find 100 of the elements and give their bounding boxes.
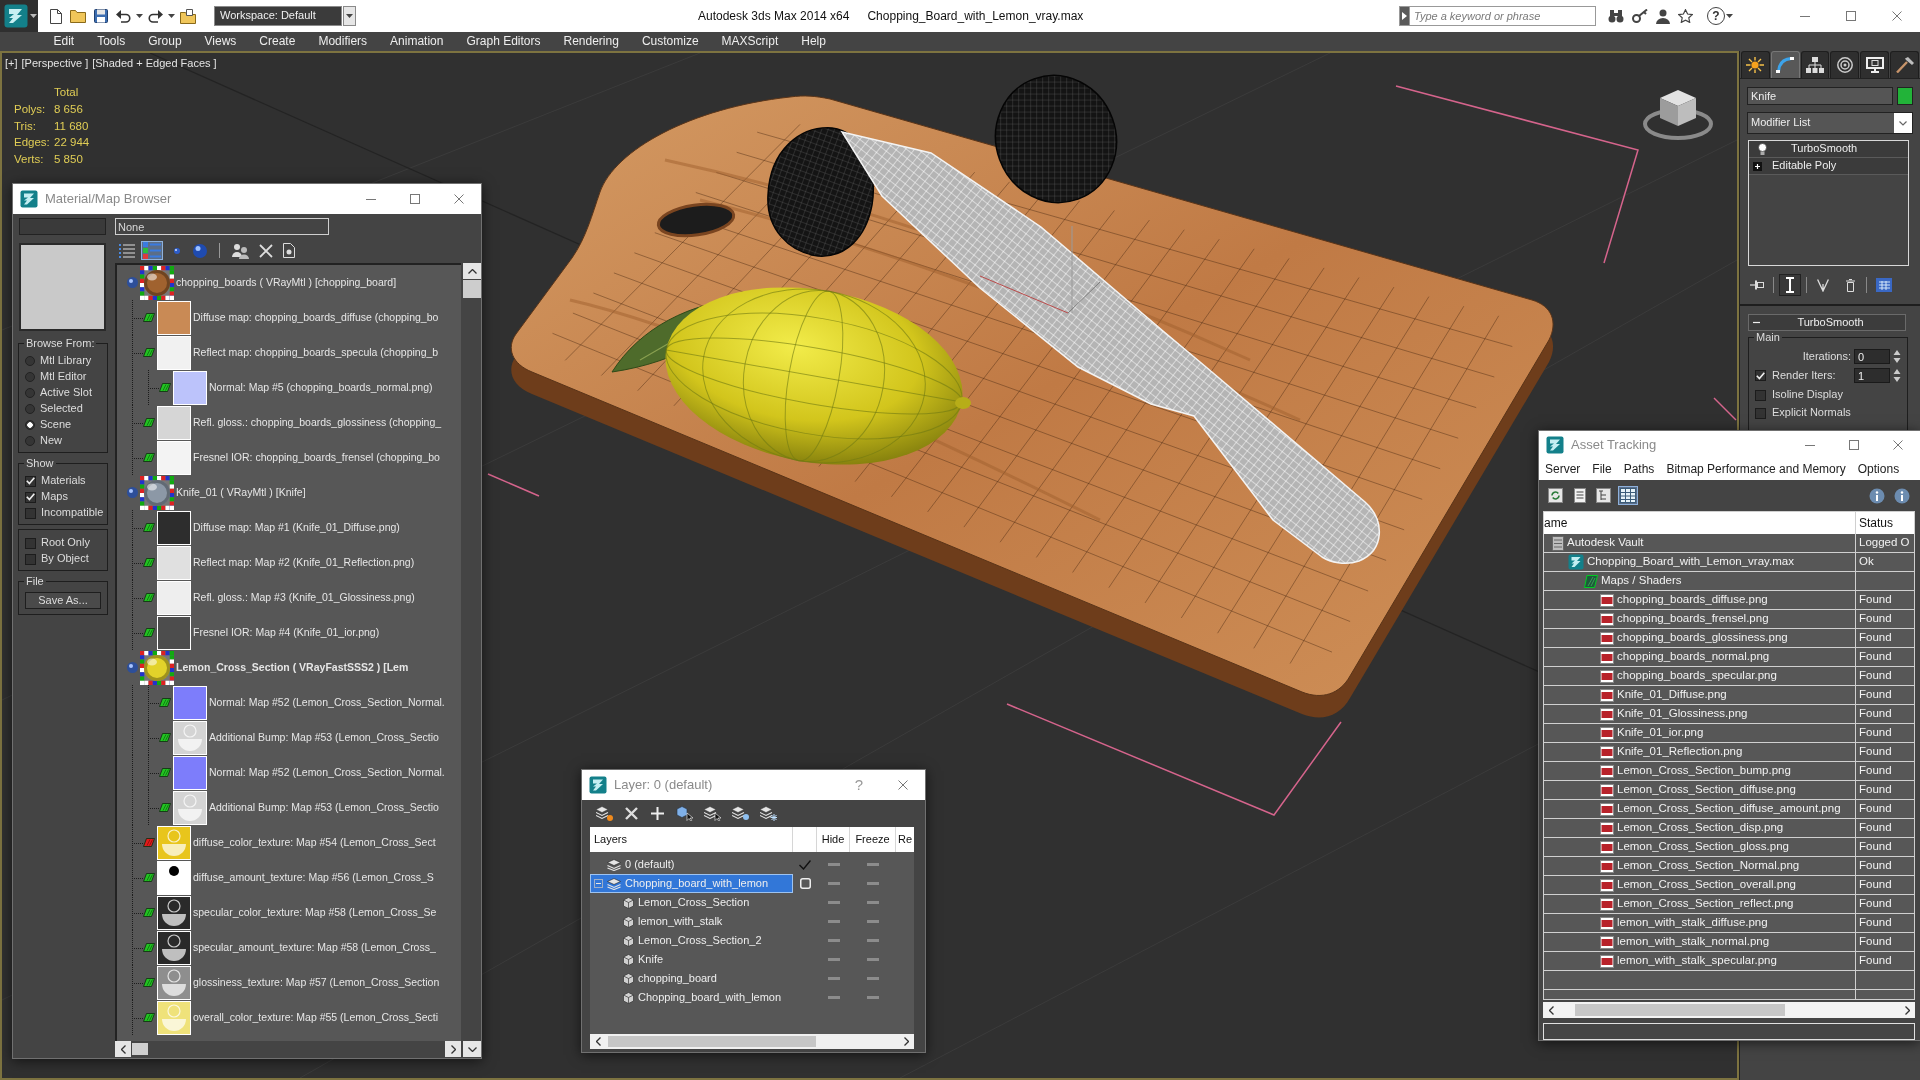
asset-tree-item[interactable]: Lemon_Cross_Section_reflect.png: [1544, 895, 1856, 913]
spinner-field[interactable]: 0: [1854, 349, 1890, 364]
map-row[interactable]: Refl. gloss.: chopping_boards_glossiness (chopping_: [117, 405, 461, 440]
asset-tree-item[interactable]: Lemon_Cross_Section_overall.png: [1544, 876, 1856, 894]
table-view-button[interactable]: [1618, 486, 1638, 505]
collapse-icon[interactable]: [594, 879, 603, 888]
radio-button[interactable]: [25, 404, 35, 414]
checkbox[interactable]: [25, 475, 36, 487]
utilities-tab[interactable]: [1890, 51, 1919, 78]
asset-tree-item[interactable]: Autodesk Vault: [1544, 534, 1856, 552]
display-tab[interactable]: [1860, 51, 1890, 78]
layer-tree-item[interactable]: Knife: [590, 950, 793, 969]
map-row[interactable]: Normal: Map #52 (Lemon_Cross_Section_Normal.: [117, 755, 461, 790]
asset-tree-item[interactable]: Knife_01_Diffuse.png: [1544, 686, 1856, 704]
asset-tree-item[interactable]: chopping_boards_frensel.png: [1544, 610, 1856, 628]
checkbox[interactable]: [1755, 407, 1766, 419]
material-row[interactable]: Lemon_Cross_Section ( VRayFastSSS2 ) [Lem: [117, 650, 461, 685]
scroll-down-button[interactable]: [463, 1041, 481, 1057]
map-row[interactable]: Fresnel IOR: chopping_boards_frensel (chopping_bo: [117, 440, 461, 475]
map-row[interactable]: Diffuse map: Map #1 (Knife_01_Diffuse.png): [117, 510, 461, 545]
expand-search-button[interactable]: [1399, 6, 1410, 26]
modifier-stack-item[interactable]: TurboSmooth: [1749, 141, 1908, 158]
asset-tree-item[interactable]: Chopping_Board_with_Lemon_vray.max: [1544, 553, 1856, 571]
menu-item[interactable]: Customize: [630, 32, 711, 51]
menu-item[interactable]: Paths: [1623, 462, 1655, 477]
asset-tree-item[interactable]: Knife_01_Glossiness.png: [1544, 705, 1856, 723]
scrollbar-thumb[interactable]: [463, 280, 481, 298]
map-row[interactable]: Diffuse map: chopping_boards_diffuse (chopping_bo: [117, 300, 461, 335]
workspace-dropdown[interactable]: Workspace: Default: [214, 6, 342, 26]
map-row[interactable]: Refl. gloss.: Map #3 (Knife_01_Glossiness.png): [117, 580, 461, 615]
spinner-arrows-icon[interactable]: [1893, 368, 1901, 383]
asset-tree-item[interactable]: Knife_01_ior.png: [1544, 724, 1856, 742]
create-tab[interactable]: [1741, 51, 1770, 78]
select-objects-button[interactable]: [674, 803, 695, 823]
scroll-left-button[interactable]: [115, 1041, 131, 1057]
column-header[interactable]: Re: [896, 827, 914, 852]
layer-tree-item[interactable]: 0 (default): [590, 855, 793, 874]
scroll-right-button[interactable]: [445, 1041, 461, 1057]
scroll-right-button[interactable]: [898, 1034, 914, 1049]
asset-tree-item[interactable]: Lemon_Cross_Section_bump.png: [1544, 762, 1856, 780]
filter-field[interactable]: None: [115, 218, 329, 235]
scroll-left-button[interactable]: [590, 1034, 606, 1049]
layer-tree-item[interactable]: chopping_board: [590, 969, 793, 988]
map-row[interactable]: diffuse_amount_texture: Map #56 (Lemon_Cross_S: [117, 860, 461, 895]
asset-tree-item[interactable]: Maps / Shaders: [1544, 572, 1856, 590]
map-row[interactable]: Additional Bump: Map #53 (Lemon_Cross_Sectio: [117, 720, 461, 755]
motion-tab[interactable]: [1830, 51, 1860, 78]
expand-icon[interactable]: [1753, 161, 1762, 171]
scrollbar-thumb[interactable]: [1575, 1004, 1785, 1016]
search-field[interactable]: Type a keyword or phrase: [1410, 6, 1596, 26]
tree-view-button[interactable]: [1594, 486, 1613, 505]
layer-tree-item[interactable]: Lemon_Cross_Section: [590, 893, 793, 912]
menu-item[interactable]: MAXScript: [710, 32, 790, 51]
map-row[interactable]: Fresnel IOR: Map #4 (Knife_01_ior.png): [117, 615, 461, 650]
update-scene-button[interactable]: [230, 241, 252, 260]
layer-tree-item[interactable]: Chopping_board_with_lemon: [590, 988, 793, 1007]
radio-button[interactable]: [25, 436, 35, 446]
radio-button[interactable]: [25, 356, 35, 366]
new-layer-button[interactable]: [594, 803, 615, 823]
menu-item[interactable]: Animation: [378, 32, 455, 51]
menu-item[interactable]: Options: [1857, 462, 1900, 477]
checkbox[interactable]: [25, 537, 36, 549]
map-row[interactable]: Reflect map: Map #2 (Knife_01_Reflection.png): [117, 545, 461, 580]
modifier-list-dropdown[interactable]: Modifier List: [1747, 112, 1913, 134]
map-row[interactable]: Normal: Map #5 (chopping_boards_normal.png): [117, 370, 461, 405]
material-row[interactable]: chopping_boards ( VRayMtl ) [chopping_board]: [117, 265, 461, 300]
menu-item[interactable]: Views: [193, 32, 248, 51]
highlight-layer-button[interactable]: [702, 803, 723, 823]
viewport-menu[interactable]: [Perspective ]: [21, 57, 89, 71]
asset-tree-item[interactable]: Lemon_Cross_Section_gloss.png: [1544, 838, 1856, 856]
map-row[interactable]: diffuse_color_texture: Map #54 (Lemon_Cross_Sect: [117, 825, 461, 860]
scroll-right-button[interactable]: [1899, 1002, 1915, 1018]
layer-tree-item[interactable]: Lemon_Cross_Section_2: [590, 931, 793, 950]
map-row[interactable]: specular_color_texture: Map #58 (Lemon_Cross_Se: [117, 895, 461, 930]
save-as-button[interactable]: Save As...: [25, 592, 101, 609]
workspace-menu-button[interactable]: [343, 6, 356, 26]
radio-button[interactable]: [25, 372, 35, 382]
menu-item[interactable]: Create: [247, 32, 307, 51]
material-row[interactable]: Knife_01 ( VRayMtl ) [Knife]: [117, 475, 461, 510]
asset-tree-item[interactable]: Lemon_Cross_Section_Normal.png: [1544, 857, 1856, 875]
checkbox[interactable]: [1755, 370, 1766, 381]
scrollbar-thumb[interactable]: [132, 1043, 148, 1055]
spinner-arrows-icon[interactable]: [1893, 349, 1901, 364]
rollout-header[interactable]: TurboSmooth: [1748, 314, 1906, 331]
asset-tree-item[interactable]: chopping_boards_diffuse.png: [1544, 591, 1856, 609]
asset-tree-item[interactable]: lemon_with_stalk_specular.png: [1544, 952, 1856, 970]
column-header[interactable]: Status: [1856, 512, 1914, 534]
radio-button[interactable]: [25, 420, 35, 430]
menu-item[interactable]: File: [1592, 462, 1612, 477]
large-icons-view-button[interactable]: [190, 241, 209, 260]
asset-tree-item[interactable]: Lemon_Cross_Section_diffuse_amount.png: [1544, 800, 1856, 818]
asset-tree-item[interactable]: Knife_01_Reflection.png: [1544, 743, 1856, 761]
menu-item[interactable]: Edit: [42, 32, 86, 51]
menu-item[interactable]: Rendering: [552, 32, 631, 51]
path-field[interactable]: [1543, 1023, 1915, 1040]
modifier-stack-item[interactable]: Editable Poly: [1749, 158, 1908, 175]
layer-tree-item[interactable]: lemon_with_stalk: [590, 912, 793, 931]
help-button[interactable]: [1867, 486, 1887, 505]
checkbox[interactable]: [1755, 389, 1766, 401]
hide-all-button[interactable]: [730, 803, 751, 823]
